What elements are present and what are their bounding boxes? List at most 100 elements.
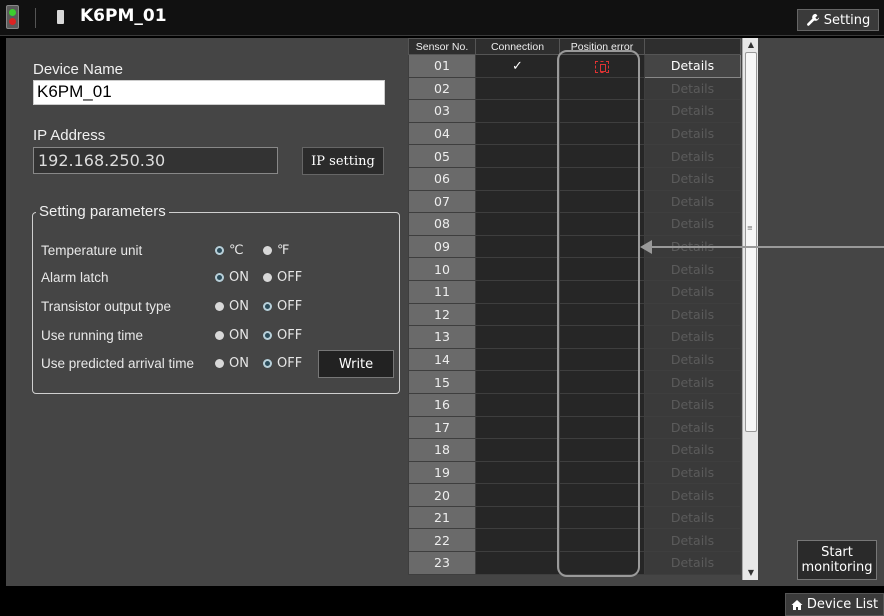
position-error-cell bbox=[559, 483, 645, 507]
details-button: Details bbox=[644, 144, 741, 168]
table-row: 18 Details bbox=[408, 438, 741, 462]
sensor-table-body: 01 ✓ Details 02 Details 03 Details 04 Details 05 D… bbox=[408, 54, 741, 575]
connection-cell bbox=[475, 415, 560, 440]
setting-button[interactable]: Setting bbox=[797, 9, 879, 31]
header-connection: Connection bbox=[475, 38, 560, 55]
sensor-number: 21 bbox=[408, 505, 476, 530]
details-button: Details bbox=[644, 438, 741, 462]
sensor-number: 17 bbox=[408, 415, 476, 440]
alarm-latch-on-radio[interactable]: ON bbox=[215, 270, 249, 285]
transistor-output-type-label: Transistor output type bbox=[41, 299, 172, 314]
ip-setting-button[interactable]: IP setting bbox=[302, 147, 384, 175]
details-button: Details bbox=[644, 505, 741, 530]
table-row: 21 Details bbox=[408, 505, 741, 530]
table-row: 08 Details bbox=[408, 212, 741, 236]
ip-address-label: IP Address bbox=[33, 127, 106, 144]
connection-cell bbox=[475, 392, 560, 417]
table-row: 20 Details bbox=[408, 483, 741, 507]
details-button: Details bbox=[644, 279, 741, 304]
details-button: Details bbox=[644, 212, 741, 236]
sensor-number: 06 bbox=[408, 166, 476, 191]
wrench-icon bbox=[806, 13, 819, 26]
connection-cell bbox=[475, 370, 560, 394]
connection-cell bbox=[475, 76, 560, 101]
details-button: Details bbox=[644, 121, 741, 146]
ip-address-field: 192.168.250.30 bbox=[33, 147, 278, 174]
position-error-cell bbox=[559, 234, 645, 259]
details-button[interactable]: Details bbox=[644, 54, 741, 78]
use-running-time-on-radio[interactable]: ON bbox=[215, 328, 249, 343]
connection-cell bbox=[475, 551, 560, 575]
write-button[interactable]: Write bbox=[318, 350, 394, 378]
connection-cell bbox=[475, 189, 560, 214]
position-error-cell bbox=[559, 76, 645, 101]
sensor-number: 22 bbox=[408, 528, 476, 553]
details-button: Details bbox=[644, 257, 741, 281]
sensor-number: 15 bbox=[408, 370, 476, 394]
details-button: Details bbox=[644, 528, 741, 553]
sensor-number: 08 bbox=[408, 212, 476, 236]
home-icon bbox=[791, 599, 803, 610]
predicted-arrival-on-radio[interactable]: ON bbox=[215, 356, 249, 371]
connection-cell bbox=[475, 438, 560, 462]
bottom-bar: Device List bbox=[0, 586, 884, 616]
details-button: Details bbox=[644, 483, 741, 507]
use-running-time-off-radio[interactable]: OFF bbox=[263, 328, 302, 343]
table-row: 15 Details bbox=[408, 370, 741, 394]
position-error-cell bbox=[559, 189, 645, 214]
scroll-thumb[interactable] bbox=[745, 52, 757, 432]
position-error-cell bbox=[559, 325, 645, 349]
details-button: Details bbox=[644, 76, 741, 101]
device-list-button[interactable]: Device List bbox=[785, 593, 884, 616]
table-row: 22 Details bbox=[408, 528, 741, 553]
start-monitoring-button[interactable]: Start monitoring bbox=[797, 540, 877, 580]
main-panel: Device Name K6PM_01 IP Address 192.168.2… bbox=[6, 38, 884, 586]
table-row: 06 Details bbox=[408, 166, 741, 191]
connection-cell bbox=[475, 166, 560, 191]
table-row: 12 Details bbox=[408, 302, 741, 327]
temperature-unit-celsius-radio[interactable]: ℃ bbox=[215, 243, 244, 258]
sensor-number: 05 bbox=[408, 144, 476, 168]
status-led-icon bbox=[6, 5, 19, 29]
position-error-cell bbox=[559, 212, 645, 236]
sensor-number: 11 bbox=[408, 279, 476, 304]
table-row: 11 Details bbox=[408, 279, 741, 304]
sensor-number: 19 bbox=[408, 460, 476, 485]
connection-cell bbox=[475, 144, 560, 168]
details-button: Details bbox=[644, 415, 741, 440]
details-button: Details bbox=[644, 99, 741, 123]
table-row: 04 Details bbox=[408, 121, 741, 146]
alarm-latch-off-radio[interactable]: OFF bbox=[263, 270, 302, 285]
sensor-number: 12 bbox=[408, 302, 476, 327]
position-error-cell bbox=[559, 438, 645, 462]
position-error-cell bbox=[559, 257, 645, 281]
details-button: Details bbox=[644, 325, 741, 349]
table-row: 03 Details bbox=[408, 99, 741, 123]
connection-cell bbox=[475, 234, 560, 259]
table-row: 13 Details bbox=[408, 325, 741, 349]
sensor-table: Sensor No. Connection Position error 01 ✓… bbox=[408, 38, 741, 575]
alarm-latch-label: Alarm latch bbox=[41, 270, 109, 285]
temperature-unit-label: Temperature unit bbox=[41, 243, 143, 258]
temperature-unit-fahrenheit-radio[interactable]: ℉ bbox=[263, 243, 289, 258]
details-button: Details bbox=[644, 302, 741, 327]
table-row: 19 Details bbox=[408, 460, 741, 485]
device-name-input[interactable]: K6PM_01 bbox=[33, 80, 385, 105]
position-error-cell bbox=[559, 121, 645, 146]
transistor-output-off-radio[interactable]: OFF bbox=[263, 299, 302, 314]
title-bar: K6PM_01 Setting bbox=[0, 0, 884, 36]
sensor-number: 20 bbox=[408, 483, 476, 507]
table-header-row: Sensor No. Connection Position error bbox=[408, 38, 741, 55]
transistor-output-on-radio[interactable]: ON bbox=[215, 299, 249, 314]
table-row: 16 Details bbox=[408, 392, 741, 417]
scroll-down-icon[interactable]: ▼ bbox=[743, 566, 759, 580]
start-monitoring-line1: Start bbox=[821, 545, 853, 560]
connection-cell bbox=[475, 347, 560, 372]
sensor-number: 14 bbox=[408, 347, 476, 372]
connection-cell bbox=[475, 279, 560, 304]
predicted-arrival-off-radio[interactable]: OFF bbox=[263, 356, 302, 371]
position-error-cell bbox=[559, 528, 645, 553]
scroll-up-icon[interactable]: ▲ bbox=[743, 38, 759, 52]
table-scrollbar[interactable]: ▲ ≡ ▼ bbox=[742, 38, 758, 580]
sensor-number: 10 bbox=[408, 257, 476, 281]
